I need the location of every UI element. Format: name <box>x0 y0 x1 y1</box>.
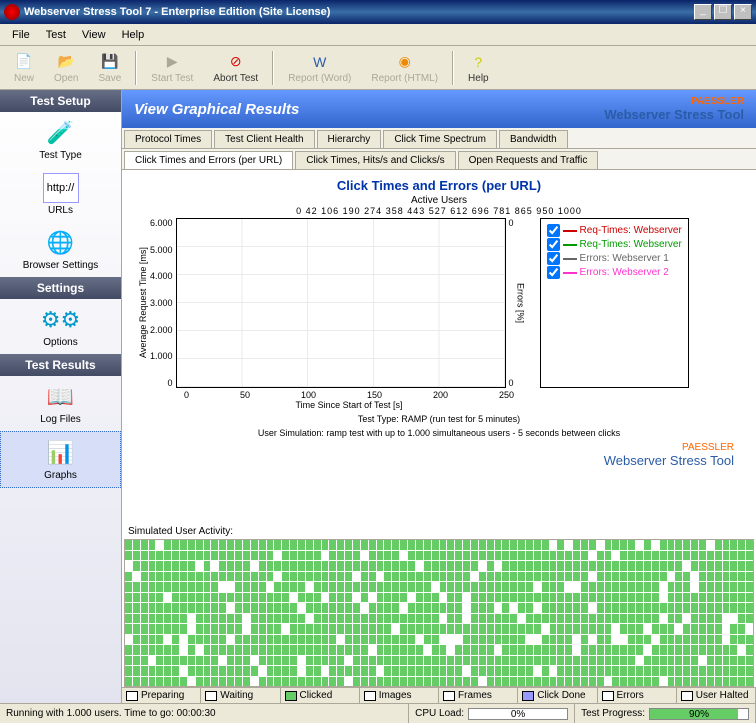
tab-click-times-hits[interactable]: Click Times, Hits/s and Clicks/s <box>295 151 455 169</box>
new-button[interactable]: 📄New <box>4 50 44 86</box>
start-test-button[interactable]: ▶Start Test <box>141 50 203 86</box>
y2-axis-label: Errors [%] <box>514 218 528 388</box>
play-icon: ▶ <box>162 52 182 72</box>
toolbar-sep <box>135 51 137 85</box>
test-progress: 90% <box>649 708 749 720</box>
chart-title: Click Times and Errors (per URL) <box>136 178 742 193</box>
menu-help[interactable]: Help <box>114 27 153 43</box>
status-bar: Running with 1.000 users. Time to go: 00… <box>0 703 756 723</box>
tabs-row1: Protocol Times Test Client Health Hierar… <box>122 128 756 149</box>
toolbar-sep <box>452 51 454 85</box>
toolbar: 📄New 📂Open 💾Save ▶Start Test ⊘Abort Test… <box>0 46 756 90</box>
sidebar-header-setup: Test Setup <box>0 90 121 112</box>
title-bar: Webserver Stress Tool 7 - Enterprise Edi… <box>0 0 756 24</box>
sidebar-item-test-type[interactable]: 🧪Test Type <box>0 112 121 167</box>
app-icon <box>4 4 20 20</box>
open-icon: 📂 <box>56 52 76 72</box>
html-icon: ◉ <box>395 52 415 72</box>
abort-icon: ⊘ <box>226 52 246 72</box>
chart-area: Click Times and Errors (per URL) Active … <box>122 170 756 524</box>
window-title: Webserver Stress Tool 7 - Enterprise Edi… <box>24 6 692 18</box>
close-button[interactable]: × <box>734 4 752 20</box>
help-icon: ? <box>468 52 488 72</box>
menu-test[interactable]: Test <box>38 27 74 43</box>
sidebar-item-browser[interactable]: 🌐Browser Settings <box>0 222 121 277</box>
menu-file[interactable]: File <box>4 27 38 43</box>
view-header: View Graphical Results PAESSLER Webserve… <box>122 90 756 128</box>
y-axis-label: Average Request Time [ms] <box>136 218 150 388</box>
maximize-button[interactable]: ☐ <box>714 4 732 20</box>
tabs-row2: Click Times and Errors (per URL) Click T… <box>122 149 756 170</box>
tab-protocol-times[interactable]: Protocol Times <box>124 130 212 148</box>
open-button[interactable]: 📂Open <box>44 50 88 86</box>
toolbar-sep <box>272 51 274 85</box>
sidebar-item-graphs[interactable]: 📊Graphs <box>0 431 121 488</box>
legend-cb-1[interactable] <box>547 224 560 237</box>
cpu-progress: 0% <box>468 708 568 720</box>
word-icon: W <box>310 52 330 72</box>
sidebar-item-options[interactable]: ⚙⚙Options <box>0 299 121 354</box>
activity-label: Simulated User Activity: <box>122 524 756 539</box>
graphs-icon: 📊 <box>43 438 79 468</box>
legend-cb-4[interactable] <box>547 266 560 279</box>
menu-bar: File Test View Help <box>0 24 756 46</box>
tab-bandwidth[interactable]: Bandwidth <box>499 130 568 148</box>
brand-badge: PAESSLER Webserver Stress Tool <box>604 96 744 122</box>
report-word-button[interactable]: WReport (Word) <box>278 50 361 86</box>
tab-client-health[interactable]: Test Client Health <box>214 130 314 148</box>
chart-plot <box>176 218 506 388</box>
globe-icon: 🌐 <box>43 228 79 258</box>
minimize-button[interactable]: _ <box>694 4 712 20</box>
gear-icon: ⚙⚙ <box>43 305 79 335</box>
chart-legend: Req-Times: Webserver Req-Times: Webserve… <box>540 218 689 388</box>
sidebar-item-urls[interactable]: http://URLs <box>0 167 121 222</box>
legend-cb-3[interactable] <box>547 252 560 265</box>
help-button[interactable]: ?Help <box>458 50 499 86</box>
logfiles-icon: 📖 <box>43 382 79 412</box>
sidebar-header-results: Test Results <box>0 354 121 376</box>
abort-test-button[interactable]: ⊘Abort Test <box>203 50 268 86</box>
tab-hierarchy[interactable]: Hierarchy <box>317 130 382 148</box>
view-title: View Graphical Results <box>134 101 604 118</box>
test-type-icon: 🧪 <box>43 118 79 148</box>
urls-icon: http:// <box>43 173 79 203</box>
activity-legend: Preparing Waiting Clicked Images Frames … <box>122 687 756 703</box>
status-text: Running with 1.000 users. Time to go: 00… <box>0 704 409 723</box>
legend-cb-2[interactable] <box>547 238 560 251</box>
menu-view[interactable]: View <box>74 27 114 43</box>
chart-top-ticks: 0 42 106 190 274 358 443 527 612 696 781… <box>136 206 742 216</box>
save-button[interactable]: 💾Save <box>88 50 131 86</box>
test-progress-panel: Test Progress: 90% <box>575 704 756 723</box>
chart-subtitle: Active Users <box>136 195 742 206</box>
tab-click-times-errors[interactable]: Click Times and Errors (per URL) <box>124 151 293 169</box>
sidebar: Test Setup 🧪Test Type http://URLs 🌐Brows… <box>0 90 122 703</box>
new-icon: 📄 <box>14 52 34 72</box>
y-axis-ticks: 6.0005.0004.0003.0002.0001.0000 <box>150 218 176 388</box>
cpu-load-panel: CPU Load: 0% <box>409 704 575 723</box>
content: View Graphical Results PAESSLER Webserve… <box>122 90 756 703</box>
report-html-button[interactable]: ◉Report (HTML) <box>361 50 448 86</box>
tab-click-spectrum[interactable]: Click Time Spectrum <box>383 130 497 148</box>
save-icon: 💾 <box>100 52 120 72</box>
sidebar-item-logfiles[interactable]: 📖Log Files <box>0 376 121 431</box>
tab-open-requests[interactable]: Open Requests and Traffic <box>458 151 599 169</box>
sidebar-header-settings: Settings <box>0 277 121 299</box>
activity-grid <box>124 539 754 687</box>
y2-axis-ticks: 00 <box>506 218 514 388</box>
